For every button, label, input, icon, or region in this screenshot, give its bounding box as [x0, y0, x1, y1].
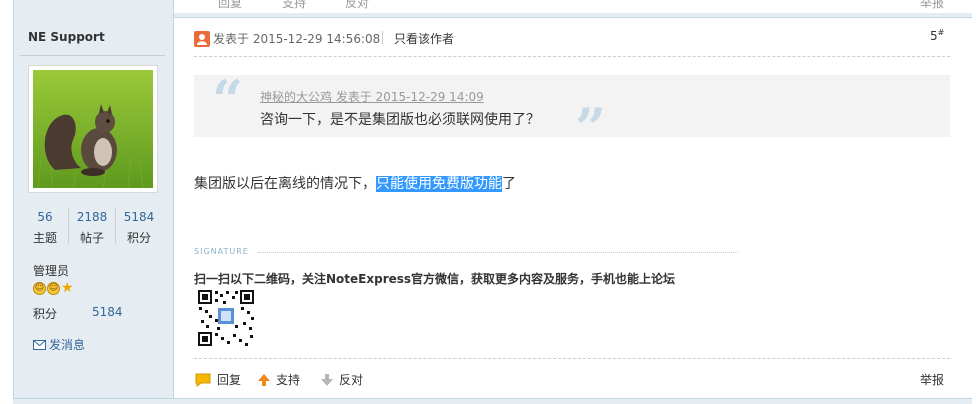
- rank-icons: ☺ ☺ ★: [33, 280, 74, 296]
- prev-oppose-link[interactable]: 反对: [345, 0, 369, 11]
- support-label: 支持: [276, 373, 301, 387]
- signature-text: 扫一扫以下二维码，关注NoteExpress官方微信，获取更多内容及服务，手机也…: [194, 272, 676, 286]
- prev-report-link[interactable]: 举报: [920, 0, 944, 11]
- post-body-after: 了: [502, 176, 516, 192]
- footer-separator: [194, 358, 950, 359]
- thumbs-down-arrow-icon: [321, 373, 333, 386]
- floor-value: 5: [930, 29, 938, 43]
- smiley-icon: ☺: [47, 282, 60, 295]
- thumbs-up-arrow-icon: [258, 373, 270, 386]
- stat-threads-label: 主题: [32, 231, 57, 245]
- only-author-link[interactable]: 只看该作者: [394, 30, 454, 47]
- avatar[interactable]: [33, 70, 153, 188]
- send-message-label: 发消息: [49, 338, 86, 352]
- author-divider: [20, 55, 165, 56]
- oppose-button[interactable]: 反对: [320, 371, 363, 388]
- post-body: 集团版以后在离线的情况下，只能使用免费版功能了: [194, 173, 516, 193]
- selected-text: 只能使用免费版功能: [376, 176, 502, 192]
- stat-points-label: 积分: [126, 231, 151, 245]
- reply-button[interactable]: 回复: [194, 371, 241, 388]
- stat-posts-label: 帖子: [79, 231, 104, 245]
- prev-support-link[interactable]: 支持: [282, 0, 306, 11]
- header-divider: [382, 31, 383, 44]
- qr-code-image: [197, 289, 255, 347]
- post-timestamp: 发表于 2015-12-29 14:56:08: [213, 32, 381, 46]
- speech-bubble-icon: [195, 373, 211, 387]
- report-link[interactable]: 举报: [920, 371, 944, 388]
- star-icon: ★: [61, 280, 74, 296]
- user-rank: 管理员: [33, 264, 70, 278]
- floor-suffix: #: [937, 28, 945, 37]
- open-quote-icon: “: [212, 68, 244, 132]
- prev-reply-link[interactable]: 回复: [218, 0, 242, 11]
- header-separator: [194, 56, 950, 57]
- signature-divider: [258, 252, 738, 253]
- envelope-icon: [33, 339, 46, 350]
- reply-label: 回复: [217, 373, 242, 387]
- post-body-before: 集团版以后在离线的情况下，: [194, 176, 376, 192]
- floor-number[interactable]: 5#: [930, 28, 944, 43]
- oppose-label: 反对: [339, 373, 364, 387]
- points-label: 积分: [33, 307, 58, 321]
- author-name[interactable]: NE Support: [28, 30, 105, 44]
- stat-posts-value[interactable]: 2188: [69, 210, 115, 224]
- points-value: 5184: [92, 305, 123, 319]
- smiley-icon: ☺: [33, 282, 46, 295]
- close-quote-icon: ”: [575, 96, 607, 160]
- stat-points-value[interactable]: 5184: [116, 210, 162, 224]
- quote-source-link[interactable]: 神秘的大公鸡 发表于 2015-12-29 14:09: [260, 88, 484, 105]
- quote-text: 咨询一下，是不是集团版也必须联网使用了？: [260, 112, 540, 128]
- stat-threads-value[interactable]: 56: [22, 210, 68, 224]
- send-message-button[interactable]: 发消息: [33, 336, 85, 353]
- signature-label: SIGNATURE: [194, 247, 249, 256]
- post-divider-bottom: [13, 398, 972, 404]
- online-status-icon: [194, 31, 210, 47]
- support-button[interactable]: 支持: [257, 371, 300, 388]
